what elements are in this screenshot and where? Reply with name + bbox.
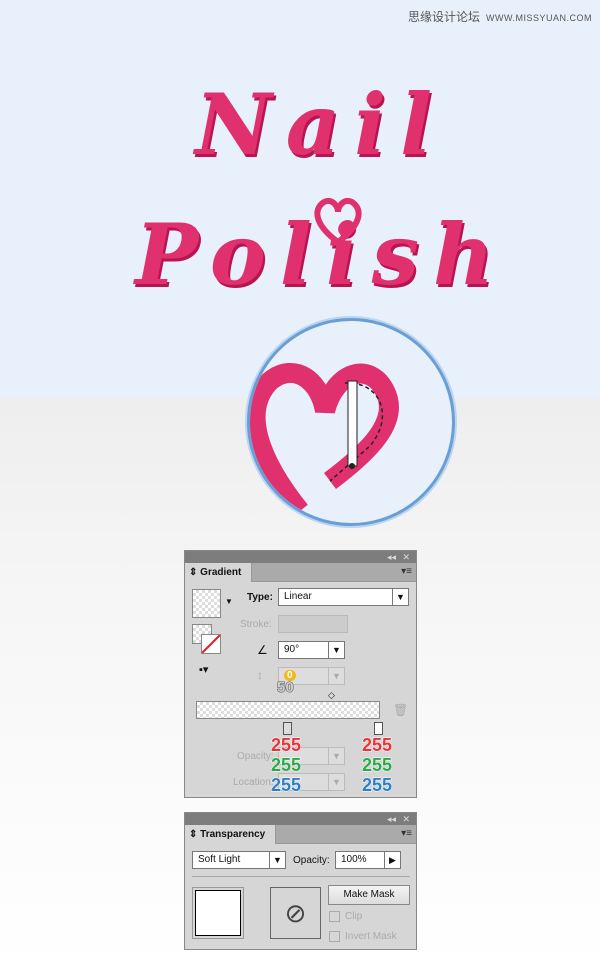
- swatch-dropdown-icon[interactable]: ▼: [225, 597, 233, 606]
- stop2-blue: 255: [361, 775, 393, 796]
- midpoint-annotation: 50: [277, 679, 295, 697]
- gradient-panel: ◂◂ ✕ ⇕ Gradient ▾≡ ▼ ▪▾ Type: Linear ▼ Stro…: [184, 550, 417, 798]
- panel-menu-icon[interactable]: ▾≡: [401, 566, 412, 577]
- stop1-green: 255: [270, 755, 302, 776]
- zoom-detail: [247, 318, 455, 526]
- invert-mask-checkbox[interactable]: [329, 931, 340, 942]
- stop2-red: 255: [361, 735, 393, 756]
- artwork-line1: Nail: [195, 75, 447, 174]
- reverse-gradient-icon[interactable]: ▪▾: [199, 663, 208, 676]
- opacity-label: Opacity:: [293, 855, 330, 866]
- transparency-panel: ◂◂ ✕ ⇕ Transparency ▾≡ Soft Light ▼ Opacity…: [184, 812, 417, 950]
- tab-transparency[interactable]: ⇕ Transparency: [185, 825, 277, 844]
- no-mask-icon[interactable]: ⊘: [270, 887, 321, 939]
- make-mask-button[interactable]: Make Mask: [328, 885, 410, 905]
- aspect-ratio-icon: ↕: [257, 668, 263, 682]
- gradient-slider[interactable]: [196, 701, 380, 719]
- heart-detail-icon: [250, 363, 399, 518]
- type-select[interactable]: Linear ▼: [278, 588, 409, 606]
- object-thumbnail[interactable]: [192, 887, 244, 939]
- stop2-green: 255: [361, 755, 393, 776]
- gradient-swatch[interactable]: [192, 589, 221, 618]
- clip-checkbox[interactable]: [329, 911, 340, 922]
- type-label: Type:: [247, 592, 273, 603]
- opacity-input[interactable]: 100% ▶: [335, 851, 401, 869]
- heart-icon: [314, 198, 362, 246]
- stop1-red: 255: [270, 735, 302, 756]
- panel-menu-icon[interactable]: ▾≡: [401, 828, 412, 839]
- location-label: Location:: [233, 777, 274, 788]
- stroke-label: Stroke:: [240, 619, 272, 630]
- watermark-url: WWW.MISSYUAN.COM: [486, 13, 592, 23]
- invert-mask-label: Invert Mask: [345, 931, 397, 942]
- tab-gradient[interactable]: ⇕ Gradient: [185, 563, 253, 582]
- stop1-blue: 255: [270, 775, 302, 796]
- close-icon[interactable]: ✕: [402, 551, 410, 563]
- angle-input[interactable]: 90° ▼: [278, 641, 345, 659]
- close-icon[interactable]: ✕: [402, 813, 410, 825]
- watermark: 思缘设计论坛 WWW.MISSYUAN.COM: [408, 8, 592, 25]
- divider: [192, 876, 410, 877]
- trash-icon[interactable]: 🗑: [393, 703, 408, 717]
- collapse-icon[interactable]: ◂◂: [387, 551, 396, 563]
- collapse-icon[interactable]: ◂◂: [387, 813, 396, 825]
- stroke-options: [278, 615, 348, 633]
- watermark-site: 思缘设计论坛: [407, 10, 480, 24]
- angle-icon: ∠: [257, 643, 268, 657]
- midpoint-diamond[interactable]: ◇: [328, 690, 335, 701]
- color-stop-left[interactable]: [283, 722, 292, 735]
- blend-mode-select[interactable]: Soft Light ▼: [192, 851, 286, 869]
- stroke-box[interactable]: [201, 634, 221, 654]
- opacity-label: Opacity:: [237, 751, 274, 762]
- clip-label: Clip: [345, 911, 363, 922]
- color-stop-right[interactable]: [374, 722, 383, 735]
